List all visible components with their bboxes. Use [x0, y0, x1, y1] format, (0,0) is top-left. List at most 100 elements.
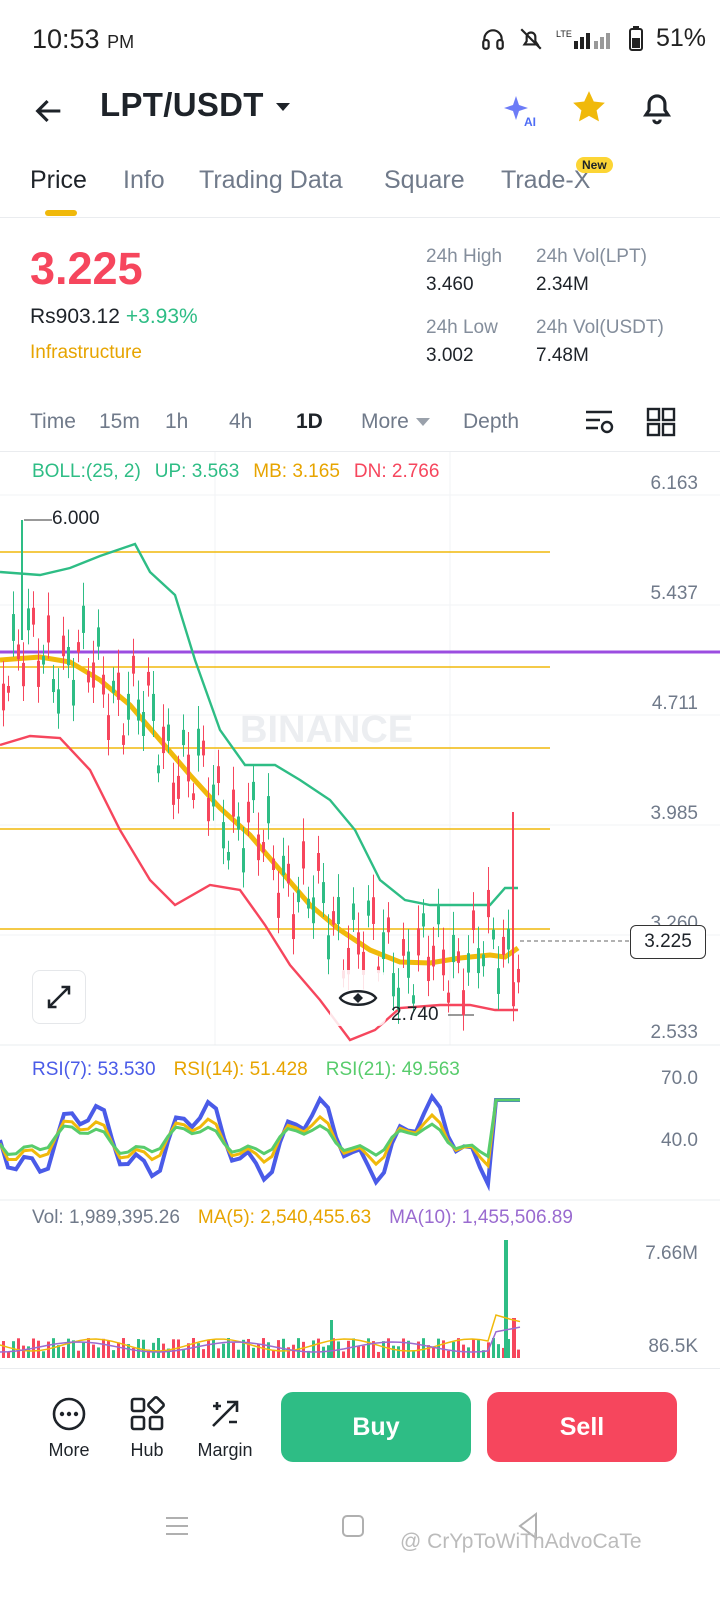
rsi-21: RSI(21): 49.563: [325, 1059, 460, 1080]
kline-chart[interactable]: BINANCE: [0, 452, 720, 1368]
candle-body: [137, 699, 140, 721]
tf-1d[interactable]: 1D: [296, 410, 323, 434]
buy-button[interactable]: Buy: [281, 1392, 471, 1462]
volume-bar: [377, 1351, 380, 1358]
tab-info[interactable]: Info: [123, 166, 165, 195]
tf-more[interactable]: More: [361, 410, 431, 434]
last-price: 3.225: [30, 243, 143, 294]
new-badge: New: [576, 157, 613, 173]
candle-body: [307, 898, 310, 909]
indicator-settings-icon[interactable]: [584, 408, 616, 438]
volume-bar: [157, 1338, 160, 1358]
candle-body: [442, 949, 445, 976]
volume-bar: [117, 1342, 120, 1358]
candle-body: [252, 781, 255, 801]
tab-trade-x[interactable]: Trade-X: [501, 166, 590, 195]
margin-button[interactable]: Margin: [185, 1396, 265, 1461]
candle-body: [282, 855, 285, 876]
volume-bar: [77, 1350, 80, 1358]
candle-body: [212, 784, 215, 807]
volume-bar: [357, 1346, 360, 1358]
tf-15m[interactable]: 15m: [99, 410, 140, 434]
candle-body: [202, 740, 205, 756]
candle-body: [392, 973, 395, 997]
candle-body: [357, 932, 360, 955]
clock: 10:53 PM: [32, 24, 135, 54]
candle-body: [107, 715, 110, 741]
boll-dn: DN: 2.766: [353, 461, 440, 482]
volume-bar: [82, 1341, 85, 1358]
tf-time[interactable]: Time: [30, 410, 76, 434]
more-label: More: [48, 1440, 90, 1460]
home-icon[interactable]: [341, 1514, 365, 1538]
toggle-visibility-button[interactable]: [330, 970, 386, 1026]
candle-body: [37, 660, 40, 687]
tab-square[interactable]: Square: [384, 166, 465, 195]
volume-bar: [312, 1340, 315, 1358]
pair-selector[interactable]: LPT/USDT: [100, 86, 294, 124]
volume-bar: [517, 1349, 520, 1358]
sell-button[interactable]: Sell: [487, 1392, 677, 1462]
more-dots-icon: [52, 1397, 86, 1431]
volume-bar: [67, 1338, 70, 1358]
fullscreen-button[interactable]: [32, 970, 86, 1024]
low-annotation: 2.740: [391, 1004, 439, 1025]
tf-depth[interactable]: Depth: [463, 410, 519, 434]
volume-bar: [17, 1338, 20, 1358]
candle-body: [67, 647, 70, 666]
volume-bar: [467, 1347, 470, 1358]
volume-bar: [330, 1320, 333, 1358]
candle-body: [2, 683, 5, 711]
volume-bar: [512, 1318, 516, 1358]
tab-price[interactable]: Price: [30, 166, 87, 195]
volume-bar: [397, 1346, 400, 1358]
category-tag[interactable]: Infrastructure: [30, 342, 142, 364]
grid-layout-icon[interactable]: [646, 407, 676, 437]
volume-bar: [352, 1338, 355, 1358]
recents-icon[interactable]: [164, 1514, 190, 1538]
ai-sparkle-icon[interactable]: AI: [500, 90, 540, 130]
candle-body: [222, 822, 225, 849]
candle-body: [187, 754, 190, 782]
volume-bar: [2, 1341, 5, 1358]
volume-bar: [92, 1344, 95, 1358]
candle-body: [277, 892, 280, 918]
tf-4h[interactable]: 4h: [229, 410, 252, 434]
candle-body: [182, 729, 185, 746]
tf-1h[interactable]: 1h: [165, 410, 188, 434]
stat-24h-vol-quote: 24h Vol(USDT) 7.48M: [536, 317, 664, 366]
hub-button[interactable]: Hub: [107, 1396, 187, 1461]
fiat-price: Rs903.12 +3.93%: [30, 305, 198, 328]
candle-body: [492, 929, 495, 940]
volume-bar: [362, 1345, 365, 1358]
volume-bar: [7, 1351, 10, 1358]
boll-legend: BOLL:(25, 2) UP: 3.563 MB: 3.165 DN: 2.7…: [32, 461, 439, 483]
candle-body: [172, 782, 175, 805]
back-arrow-icon[interactable]: [32, 94, 66, 128]
favorite-star-icon[interactable]: [570, 88, 608, 126]
price-axis-label: 4.711: [651, 693, 698, 714]
hub-label: Hub: [130, 1440, 164, 1460]
candle-body: [62, 635, 65, 657]
bell-icon[interactable]: [638, 88, 676, 126]
candle-body: [482, 954, 485, 967]
candle-body: [422, 913, 425, 927]
rsi-axis-label: 70.0: [661, 1068, 698, 1089]
pair-name: LPT/USDT: [100, 86, 264, 123]
volume-bar: [112, 1350, 115, 1358]
rsi-axis-label: 40.0: [661, 1130, 698, 1151]
more-button[interactable]: More: [29, 1396, 109, 1461]
volume-bar: [392, 1345, 395, 1358]
volume-bar: [97, 1347, 100, 1358]
candle-body: [147, 671, 150, 686]
volume-bar: [432, 1346, 435, 1358]
tab-trading-data[interactable]: Trading Data: [199, 166, 343, 195]
status-bar: 10:53 PM LTE 51%: [0, 0, 720, 80]
candle-body: [237, 816, 240, 830]
candle-body: [97, 627, 100, 647]
volume-bar: [237, 1349, 240, 1358]
volume-bar: [87, 1338, 90, 1358]
candle-body: [247, 801, 250, 823]
candle-body: [72, 679, 75, 706]
candle-body: [287, 863, 290, 884]
